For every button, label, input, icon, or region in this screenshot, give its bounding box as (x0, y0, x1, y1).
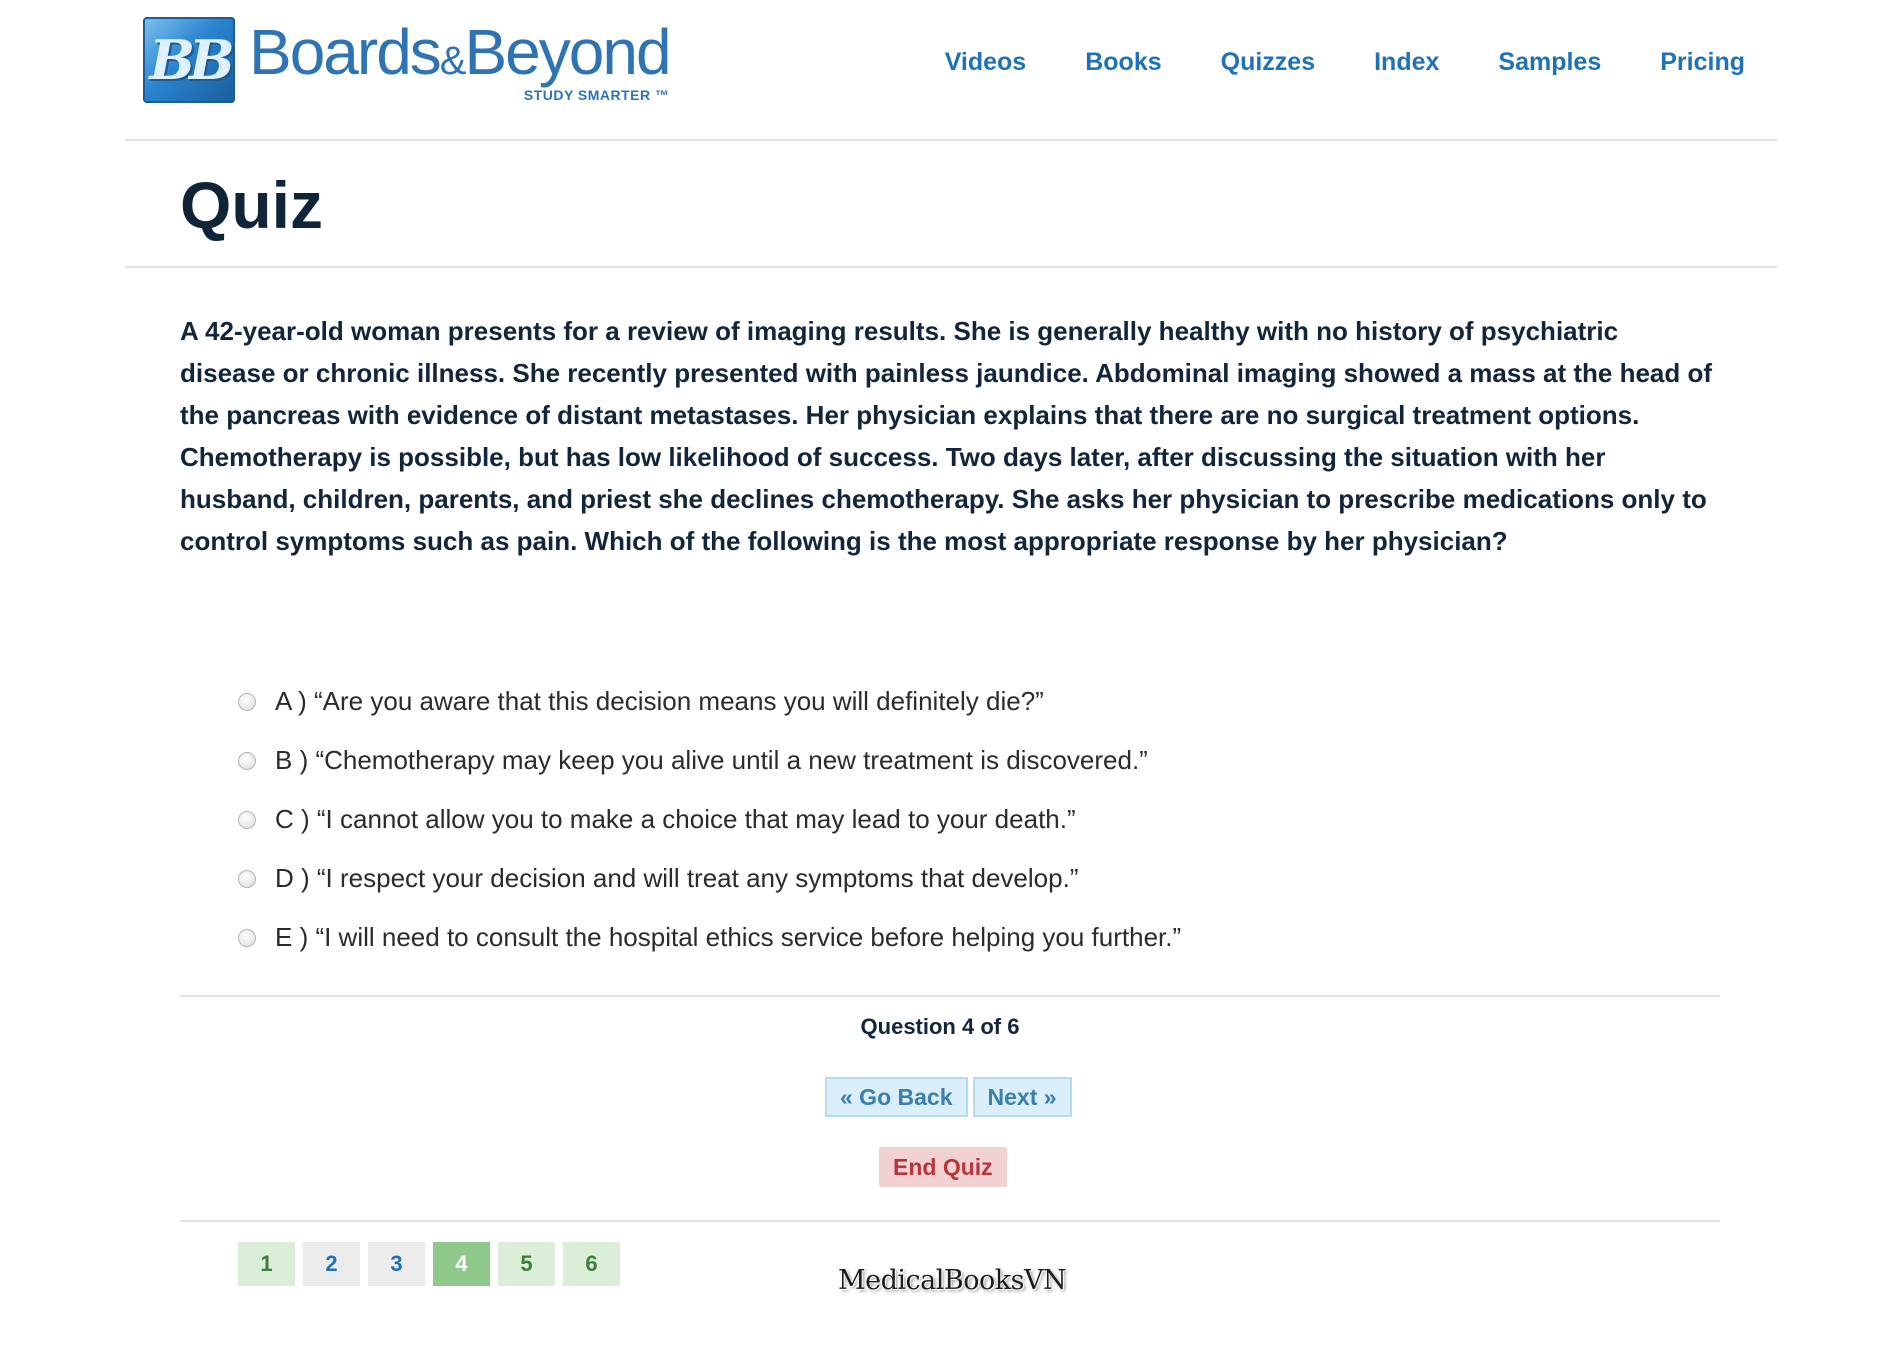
nav-videos[interactable]: Videos (945, 48, 1027, 77)
question-stem: A 42-year-old woman presents for a revie… (180, 316, 1713, 556)
question-counter: Question 4 of 6 (860, 1014, 1020, 1039)
radio-button[interactable] (238, 869, 256, 888)
main-nav: Videos Books Quizzes Index Samples Prici… (886, 48, 1745, 77)
next-button[interactable]: Next » (972, 1077, 1072, 1117)
option-b[interactable]: B ) “Chemotherapy may keep you alive unt… (238, 731, 1181, 790)
bb-logo-mark: BB (143, 17, 235, 103)
logo-word-beyond: Beyond (464, 16, 671, 88)
radio-button[interactable] (238, 928, 256, 947)
question-nav-buttons: « Go Back Next » (825, 1077, 1077, 1117)
page-button-3[interactable]: 3 (368, 1242, 425, 1286)
page-title: Quiz (180, 168, 323, 242)
option-label: C ) “I cannot allow you to make a choice… (275, 804, 1076, 834)
option-label: E ) “I will need to consult the hospital… (275, 922, 1182, 952)
page-button-4-current[interactable]: 4 (433, 1242, 490, 1286)
option-label: A ) “Are you aware that this decision me… (275, 686, 1044, 716)
answer-options: A ) “Are you aware that this decision me… (238, 672, 1181, 967)
divider (180, 1220, 1720, 1222)
watermark: MedicalBooksVN (838, 1265, 1067, 1296)
divider (180, 995, 1720, 997)
option-d[interactable]: D ) “I respect your decision and will tr… (238, 849, 1181, 908)
logo-tagline: STUDY SMARTER ™ (523, 87, 670, 103)
option-label: D ) “I respect your decision and will tr… (275, 863, 1079, 893)
page-button-2[interactable]: 2 (303, 1242, 360, 1286)
page-button-5[interactable]: 5 (498, 1242, 555, 1286)
nav-samples[interactable]: Samples (1498, 48, 1601, 77)
option-c[interactable]: C ) “I cannot allow you to make a choice… (238, 790, 1181, 849)
boards-and-beyond-logo[interactable]: BB Boards&Beyond STUDY SMARTER ™ (143, 16, 672, 103)
page-button-1[interactable]: 1 (238, 1242, 295, 1286)
nav-index[interactable]: Index (1374, 48, 1439, 77)
nav-quizzes[interactable]: Quizzes (1221, 48, 1315, 77)
nav-pricing[interactable]: Pricing (1660, 48, 1745, 77)
nav-books[interactable]: Books (1085, 48, 1161, 77)
radio-button[interactable] (238, 751, 256, 770)
end-quiz-button[interactable]: End Quiz (879, 1147, 1007, 1187)
title-section: Quiz (125, 141, 1777, 268)
option-a[interactable]: A ) “Are you aware that this decision me… (238, 672, 1181, 731)
question-pager: 1 2 3 4 5 6 (238, 1242, 628, 1286)
page-button-6[interactable]: 6 (563, 1242, 620, 1286)
site-header: BB Boards&Beyond STUDY SMARTER ™ Videos … (125, 0, 1777, 141)
logo-ampersand: & (439, 39, 467, 83)
logo-wordmark: Boards&Beyond STUDY SMARTER ™ (249, 16, 672, 103)
radio-button[interactable] (238, 692, 256, 711)
logo-word-boards: Boards (249, 16, 442, 88)
option-e[interactable]: E ) “I will need to consult the hospital… (238, 908, 1181, 967)
go-back-button[interactable]: « Go Back (825, 1077, 968, 1117)
radio-button[interactable] (238, 810, 256, 829)
option-label: B ) “Chemotherapy may keep you alive unt… (275, 745, 1148, 775)
